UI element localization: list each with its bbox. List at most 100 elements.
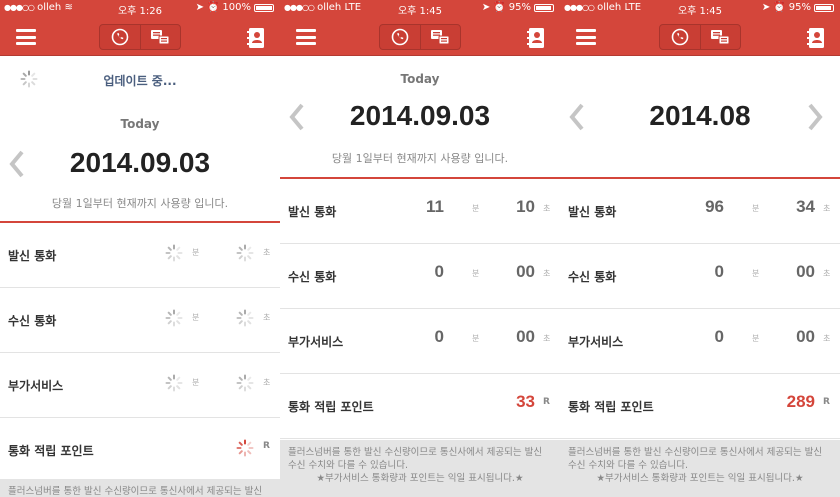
points-unit: R: [543, 397, 550, 407]
minute-unit: 분: [192, 378, 200, 387]
notice-line: 플러스넘버를 통한 발신 수신량이므로 통신사에서 제공되는 발신: [8, 486, 263, 497]
battery-percent: 95%: [788, 2, 811, 13]
usage-icon: [151, 30, 170, 45]
usage-icon: [431, 30, 450, 45]
date-title: 2014.08: [649, 100, 751, 131]
menu-icon[interactable]: [296, 29, 316, 45]
alarm-icon: ⏰: [493, 2, 506, 13]
points-value: 33: [516, 392, 535, 411]
battery-percent: 95%: [508, 2, 531, 13]
notice-line: 플러스넘버를 통한 발신 수신량이므로 통신사에서 제공되는 발신: [288, 447, 543, 458]
tab-usage[interactable]: [139, 25, 181, 49]
tab-group: [379, 24, 461, 50]
status-bar: ●●●○○ olleh LTE 오후 1:45 ➤ ⏰ 95%: [560, 0, 840, 17]
tab-group: [99, 24, 181, 50]
row-incoming: 수신 통화 0 분 00 초: [280, 244, 560, 309]
tab-group: [659, 24, 741, 50]
usage-content: 2014.08 발신 통화 96 분 34 초 수신 통화 0 분 00 초 부…: [560, 57, 840, 497]
status-bar: ●●●○○ olleh ≋ 오후 1:26 ➤ ⏰ 100%: [0, 0, 280, 17]
alarm-icon: ⏰: [773, 2, 786, 13]
battery-percent: 100%: [222, 2, 251, 13]
minute-value: 0: [434, 327, 444, 346]
minute-unit: 분: [472, 204, 480, 213]
location-icon: ➤: [481, 2, 491, 13]
minute-unit: 분: [752, 204, 760, 213]
second-unit: 초: [823, 269, 831, 278]
loading-spinner-icon: [236, 309, 254, 327]
second-unit: 초: [263, 378, 271, 387]
minute-unit: 분: [472, 269, 480, 278]
row-label: 발신 통화: [288, 205, 337, 219]
nav-bar: [0, 17, 280, 56]
second-value: 00: [796, 262, 815, 281]
usage-content: Today 2014.09.03 당월 1일부터 현재까지 사용량 입니다. 발…: [280, 57, 560, 497]
nav-bar: [560, 17, 840, 56]
second-unit: 초: [543, 204, 551, 213]
update-indicator: 업데이트 중...: [0, 70, 280, 90]
chevron-right-icon[interactable]: [806, 103, 824, 131]
minute-value: 0: [714, 327, 724, 346]
notice-line: 수신 수치와 다를 수 있습니다.: [288, 460, 408, 471]
loading-spinner-icon: [236, 374, 254, 392]
second-value: 00: [516, 327, 535, 346]
second-unit: 초: [263, 313, 271, 322]
minute-value: 11: [426, 197, 444, 216]
row-points: 통화 적립 포인트 R: [0, 418, 280, 483]
usage-table: 발신 통화 11 분 10 초 수신 통화 0 분 00 초 부가서비스 0 분: [280, 177, 560, 439]
second-unit: 초: [263, 248, 271, 257]
minute-value: 96: [705, 197, 724, 216]
second-value: 10: [516, 197, 535, 216]
second-unit: 초: [823, 204, 831, 213]
loading-spinner-icon: [236, 244, 254, 262]
points-unit: R: [263, 441, 270, 451]
notice-line: ★부가서비스 통화량과 포인트는 익일 표시됩니다.★: [596, 473, 804, 484]
points-unit: R: [823, 397, 830, 407]
second-value: 00: [516, 262, 535, 281]
battery-icon: [534, 3, 554, 12]
minute-unit: 분: [472, 334, 480, 343]
minute-unit: 분: [752, 269, 760, 278]
minute-unit: 분: [192, 248, 200, 257]
contacts-icon[interactable]: [246, 27, 266, 49]
second-unit: 초: [543, 334, 551, 343]
tab-call[interactable]: [660, 25, 700, 49]
row-extra-service: 부가서비스 0 분 00 초: [560, 309, 840, 374]
loading-spinner-icon: [165, 374, 183, 392]
minute-unit: 분: [192, 313, 200, 322]
row-points: 통화 적립 포인트 33 R: [280, 374, 560, 439]
row-label: 부가서비스: [288, 335, 344, 349]
menu-icon[interactable]: [16, 29, 36, 45]
period-description: 당월 1일부터 현재까지 사용량 입니다.: [51, 197, 229, 210]
nav-bar: [280, 17, 560, 56]
points-value: 289: [786, 392, 815, 411]
minute-value: 0: [434, 262, 444, 281]
row-label: 부가서비스: [8, 379, 64, 393]
notice-line: 수신 수치와 다를 수 있습니다.: [568, 460, 688, 471]
menu-icon[interactable]: [576, 29, 596, 45]
second-unit: 초: [543, 269, 551, 278]
row-extra-service: 부가서비스 0 분 00 초: [280, 309, 560, 374]
screen-today: ●●●○○ olleh LTE 오후 1:45 ➤ ⏰ 95% Today 2014…: [280, 0, 560, 497]
row-label: 부가서비스: [568, 335, 624, 349]
row-label: 발신 통화: [568, 205, 617, 219]
screen-updating: ●●●○○ olleh ≋ 오후 1:26 ➤ ⏰ 100% 업데이트 중... T…: [0, 0, 280, 497]
notice-footer: 플러스넘버를 통한 발신 수신량이므로 통신사에서 제공되는 발신 수신 수치와…: [560, 440, 840, 497]
tab-call[interactable]: [380, 25, 420, 49]
usage-icon: [711, 30, 730, 45]
row-incoming: 수신 통화 0 분 00 초: [560, 244, 840, 309]
row-outgoing: 발신 통화 96 분 34 초: [560, 179, 840, 244]
update-text: 업데이트 중...: [103, 74, 177, 88]
phone-icon: [391, 28, 409, 46]
status-bar: ●●●○○ olleh LTE 오후 1:45 ➤ ⏰ 95%: [280, 0, 560, 17]
notice-footer: 플러스넘버를 통한 발신 수신량이므로 통신사에서 제공되는 발신 수신 수치와…: [280, 440, 560, 497]
row-label: 발신 통화: [8, 249, 57, 263]
phone-icon: [671, 28, 689, 46]
tab-usage[interactable]: [699, 25, 741, 49]
tab-usage[interactable]: [419, 25, 461, 49]
row-label: 통화 적립 포인트: [8, 444, 94, 458]
contacts-icon[interactable]: [806, 27, 826, 49]
tab-call[interactable]: [100, 25, 140, 49]
loading-spinner-icon: [165, 244, 183, 262]
location-icon: ➤: [195, 2, 204, 13]
contacts-icon[interactable]: [526, 27, 546, 49]
